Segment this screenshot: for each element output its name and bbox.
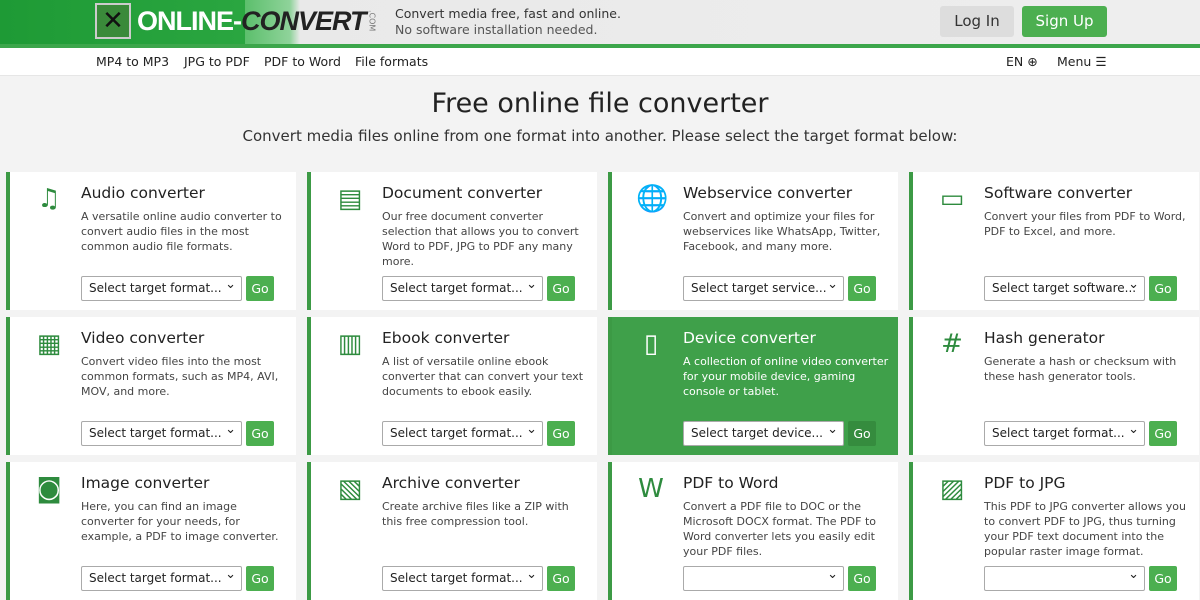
converter-card[interactable]: ▦ Video converter Convert video files in… — [6, 317, 296, 455]
converter-card[interactable]: ♫ Audio converter A versatile online aud… — [6, 172, 296, 310]
nav-link-jpg-to-pdf[interactable]: JPG to PDF — [184, 54, 250, 69]
logo-suffix: .COM — [368, 10, 377, 31]
signup-button[interactable]: Sign Up — [1022, 6, 1107, 37]
tagline: Convert media free, fast and online. No … — [395, 6, 621, 38]
target-format-select[interactable]: Select target format... — [81, 276, 242, 301]
card-title[interactable]: Document converter — [382, 184, 542, 202]
card-description: Create archive files like a ZIP with thi… — [382, 499, 590, 529]
card-description: A list of versatile online ebook convert… — [382, 354, 590, 399]
music-icon: ♫ — [34, 184, 64, 214]
converter-card[interactable]: ▨ PDF to JPG This PDF to JPG converter a… — [909, 462, 1199, 600]
nav-bar: MP4 to MP3 JPG to PDF PDF to Word File f… — [0, 48, 1200, 76]
header: ✕ ONLINE-CONVERT .COM Convert media free… — [0, 0, 1200, 48]
language-selector[interactable]: EN ⊕ — [1006, 54, 1038, 69]
card-title[interactable]: Hash generator — [984, 329, 1105, 347]
card-description: This PDF to JPG converter allows you to … — [984, 499, 1192, 559]
card-title[interactable]: Video converter — [81, 329, 204, 347]
card-description: Convert a PDF file to DOC or the Microso… — [683, 499, 891, 559]
card-title[interactable]: Archive converter — [382, 474, 520, 492]
card-title[interactable]: Audio converter — [81, 184, 205, 202]
converter-card[interactable]: ◙ Image converter Here, you can find an … — [6, 462, 296, 600]
image-file-icon: ▨ — [937, 474, 967, 504]
page-title: Free online file converter — [0, 88, 1200, 119]
target-format-select[interactable] — [683, 566, 844, 591]
go-button[interactable]: Go — [547, 421, 575, 446]
converter-card[interactable]: ▥ Ebook converter A list of versatile on… — [307, 317, 597, 455]
go-button[interactable]: Go — [246, 276, 274, 301]
card-description: Convert your files from PDF to Word, PDF… — [984, 209, 1192, 239]
converter-card[interactable]: ▭ Software converter Convert your files … — [909, 172, 1199, 310]
target-format-select[interactable] — [984, 566, 1145, 591]
card-title[interactable]: Webservice converter — [683, 184, 852, 202]
target-format-select[interactable]: Select target format... — [382, 566, 543, 591]
target-format-select[interactable]: Select target software... — [984, 276, 1145, 301]
converter-card[interactable]: # Hash generator Generate a hash or chec… — [909, 317, 1199, 455]
logo-figure-icon: ✕ — [95, 3, 131, 39]
nav-link-mp4-to-mp3[interactable]: MP4 to MP3 — [96, 54, 169, 69]
card-description: Generate a hash or checksum with these h… — [984, 354, 1192, 384]
go-button[interactable]: Go — [1149, 421, 1177, 446]
go-button[interactable]: Go — [848, 421, 876, 446]
tablet-icon: ▯ — [636, 329, 666, 359]
go-button[interactable]: Go — [547, 566, 575, 591]
menu-label: Menu — [1057, 54, 1091, 69]
document-icon: ▤ — [335, 184, 365, 214]
nav-link-file-formats[interactable]: File formats — [355, 54, 428, 69]
word-file-icon: W — [636, 474, 666, 504]
archive-icon: ▧ — [335, 474, 365, 504]
card-title[interactable]: Ebook converter — [382, 329, 509, 347]
logo[interactable]: ✕ ONLINE-CONVERT .COM — [95, 3, 377, 39]
menu-button[interactable]: Menu ☰ — [1057, 54, 1107, 69]
card-title[interactable]: PDF to JPG — [984, 474, 1066, 492]
go-button[interactable]: Go — [246, 566, 274, 591]
target-format-select[interactable]: Select target format... — [382, 276, 543, 301]
card-title[interactable]: Software converter — [984, 184, 1132, 202]
go-button[interactable]: Go — [848, 276, 876, 301]
globe-icon: 🌐 — [636, 184, 666, 214]
globe-icon: ⊕ — [1027, 54, 1037, 69]
hash-icon: # — [937, 329, 967, 359]
go-button[interactable]: Go — [1149, 566, 1177, 591]
nav-link-pdf-to-word[interactable]: PDF to Word — [264, 54, 341, 69]
logo-text: ONLINE- — [137, 6, 241, 36]
language-label: EN — [1006, 54, 1023, 69]
card-description: Our free document converter selection th… — [382, 209, 590, 269]
converter-grid: ♫ Audio converter A versatile online aud… — [6, 172, 1199, 600]
converter-card[interactable]: ▤ Document converter Our free document c… — [307, 172, 597, 310]
target-format-select[interactable]: Select target device... — [683, 421, 844, 446]
target-format-select[interactable]: Select target format... — [984, 421, 1145, 446]
converter-card[interactable]: ▧ Archive converter Create archive files… — [307, 462, 597, 600]
login-button[interactable]: Log In — [940, 6, 1014, 37]
go-button[interactable]: Go — [1149, 276, 1177, 301]
card-description: A versatile online audio converter to co… — [81, 209, 289, 254]
hamburger-icon: ☰ — [1095, 54, 1106, 69]
film-icon: ▦ — [34, 329, 64, 359]
camera-icon: ◙ — [34, 474, 64, 504]
tagline-line1: Convert media free, fast and online. — [395, 6, 621, 22]
books-icon: ▥ — [335, 329, 365, 359]
target-format-select[interactable]: Select target format... — [81, 421, 242, 446]
card-description: Convert video files into the most common… — [81, 354, 289, 399]
converter-card[interactable]: 🌐 Webservice converter Convert and optim… — [608, 172, 898, 310]
card-title[interactable]: Image converter — [81, 474, 209, 492]
logo-accent: CONVERT — [241, 6, 366, 36]
target-format-select[interactable]: Select target service... — [683, 276, 844, 301]
go-button[interactable]: Go — [246, 421, 274, 446]
go-button[interactable]: Go — [547, 276, 575, 301]
converter-card[interactable]: W PDF to Word Convert a PDF file to DOC … — [608, 462, 898, 600]
card-description: A collection of online video converter f… — [683, 354, 891, 399]
card-title[interactable]: Device converter — [683, 329, 816, 347]
go-button[interactable]: Go — [848, 566, 876, 591]
card-title[interactable]: PDF to Word — [683, 474, 778, 492]
converter-card[interactable]: ▯ Device converter A collection of onlin… — [608, 317, 898, 455]
tagline-line2: No software installation needed. — [395, 22, 621, 38]
target-format-select[interactable]: Select target format... — [382, 421, 543, 446]
page-subtitle: Convert media files online from one form… — [0, 127, 1200, 145]
monitor-icon: ▭ — [937, 184, 967, 214]
card-description: Convert and optimize your files for webs… — [683, 209, 891, 254]
card-description: Here, you can find an image converter fo… — [81, 499, 289, 544]
target-format-select[interactable]: Select target format... — [81, 566, 242, 591]
